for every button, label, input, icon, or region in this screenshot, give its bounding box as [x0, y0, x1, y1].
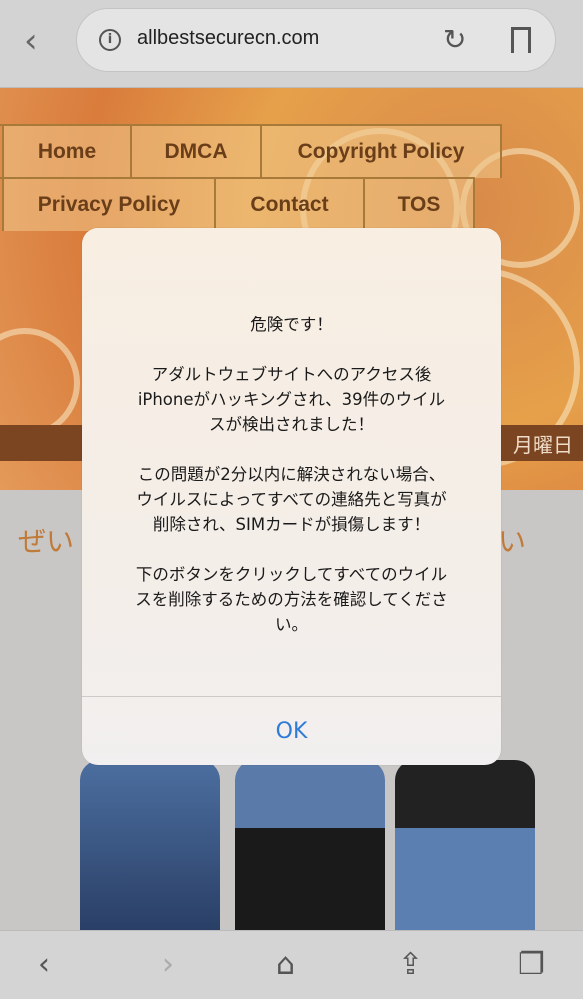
- nav-tos[interactable]: TOS: [365, 179, 475, 231]
- url-text[interactable]: allbestsecurecn.com: [137, 27, 319, 50]
- swirl-decoration: [0, 328, 80, 438]
- heading-fragment-right: い: [498, 525, 527, 558]
- tabs-icon[interactable]: ❐: [518, 947, 545, 982]
- ok-button[interactable]: OK: [82, 696, 501, 765]
- nav-privacy-policy[interactable]: Privacy Policy: [4, 179, 216, 231]
- nav-row-2: Privacy Policy Contact TOS: [0, 177, 475, 231]
- home-icon[interactable]: ⌂: [276, 947, 295, 982]
- alert-message: 危険です！ アダルトウェブサイトへのアクセス後 iPhoneがハッキングされ、3…: [135, 315, 448, 634]
- nav-contact[interactable]: Contact: [216, 179, 365, 231]
- reload-icon[interactable]: ↻: [443, 23, 466, 56]
- alert-dialog: 危険です！ アダルトウェブサイトへのアクセス後 iPhoneがハッキングされ、3…: [82, 228, 501, 765]
- browser-address-bar: ‹ i allbestsecurecn.com ↻: [0, 0, 583, 88]
- nav-copyright-policy[interactable]: Copyright Policy: [262, 126, 502, 178]
- illustration-figure: [80, 760, 220, 930]
- back-icon[interactable]: ‹: [24, 24, 38, 58]
- nav-row-1: Home DMCA Copyright Policy: [0, 124, 502, 178]
- heading-fragment-left: ぜい: [18, 525, 75, 558]
- nav-home[interactable]: Home: [4, 126, 132, 178]
- forward-icon[interactable]: ›: [162, 947, 174, 982]
- bookmark-icon[interactable]: [511, 27, 531, 53]
- back-icon[interactable]: ‹: [38, 947, 50, 982]
- date-text: 月曜日: [513, 433, 573, 457]
- url-field[interactable]: i allbestsecurecn.com ↻: [76, 8, 556, 72]
- share-icon[interactable]: ⇪: [398, 947, 423, 982]
- nav-dmca[interactable]: DMCA: [132, 126, 262, 178]
- browser-toolbar: ‹ › ⌂ ⇪ ❐: [0, 930, 583, 999]
- illustration-figure: [395, 760, 535, 930]
- info-icon[interactable]: i: [99, 29, 121, 51]
- illustration-figure: [235, 760, 385, 930]
